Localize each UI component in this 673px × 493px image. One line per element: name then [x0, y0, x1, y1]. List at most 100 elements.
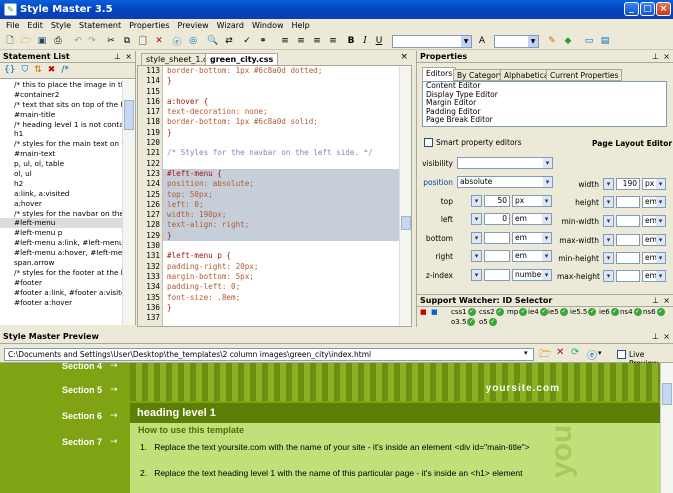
- comment-icon[interactable]: /*: [61, 65, 69, 76]
- code-line[interactable]: width: 190px;: [163, 210, 399, 221]
- menu-properties[interactable]: Properties: [129, 19, 169, 32]
- maxheight-input[interactable]: [616, 270, 640, 282]
- code-line[interactable]: padding-left: 0;: [163, 282, 399, 292]
- wizard-icon[interactable]: ✎: [545, 34, 559, 48]
- bottom-unit-select[interactable]: em: [512, 232, 552, 244]
- list-item[interactable]: #left-menu a:link, #left-menu a:vi: [0, 238, 122, 248]
- list-item[interactable]: /* heading level 1 is not containe: [0, 120, 122, 130]
- list-item[interactable]: h1: [0, 129, 122, 139]
- code-line[interactable]: [163, 159, 399, 169]
- minwidth-unit-select[interactable]: em: [642, 215, 666, 227]
- list-item[interactable]: a:hover: [0, 199, 122, 209]
- align-center-icon[interactable]: ≡: [294, 34, 308, 48]
- panels-icon[interactable]: ▤: [598, 34, 612, 48]
- code-line[interactable]: text-decoration: none;: [163, 107, 399, 117]
- code-line[interactable]: border-bottom: 1px #6c8a0d dotted;: [163, 66, 399, 76]
- list-item[interactable]: span.arrow: [0, 258, 122, 268]
- delete-icon[interactable]: ✕: [152, 34, 166, 48]
- align-right-icon[interactable]: ≡: [310, 34, 324, 48]
- preview-scrollbar[interactable]: [660, 363, 673, 493]
- code-line[interactable]: [163, 241, 399, 251]
- list-item[interactable]: #left-menu a:hover, #left-menu a: [0, 248, 122, 258]
- minheight-input[interactable]: [616, 252, 640, 264]
- open-folder-icon[interactable]: 🗁: [19, 34, 33, 48]
- preview-url-input[interactable]: C:\Documents and Settings\User\Desktop\t…: [4, 348, 534, 361]
- top-unit-select[interactable]: px: [512, 195, 552, 207]
- code-area[interactable]: border-bottom: 1px #6c8a0d dotted;} a:hov…: [163, 66, 399, 326]
- panel-close-icon[interactable]: ×: [663, 295, 670, 306]
- left-keyword-select[interactable]: [471, 213, 482, 225]
- menu-statement[interactable]: Statement: [79, 19, 121, 32]
- list-item[interactable]: p, ul, ol, table: [0, 159, 122, 169]
- code-line[interactable]: top: 50px;: [163, 189, 399, 200]
- minimize-button[interactable]: _: [624, 2, 639, 16]
- menu-edit[interactable]: Edit: [27, 19, 43, 32]
- menu-style[interactable]: Style: [51, 19, 71, 32]
- undo-icon[interactable]: ↶: [71, 34, 85, 48]
- maxheight-unit-select[interactable]: em: [642, 270, 666, 282]
- right-keyword-select[interactable]: [471, 250, 482, 262]
- maxwidth-keyword-select[interactable]: [603, 234, 614, 246]
- pin-icon[interactable]: ⊥: [114, 51, 121, 62]
- font-size-select[interactable]: ▼: [494, 35, 539, 48]
- minwidth-keyword-select[interactable]: [603, 215, 614, 227]
- list-item[interactable]: Page Break Editor: [423, 116, 666, 125]
- code-line[interactable]: [163, 138, 399, 148]
- sort-icon[interactable]: ⇅: [34, 65, 42, 76]
- list-item[interactable]: /* styles for the navbar on the le: [0, 209, 122, 219]
- panel-close-icon[interactable]: ×: [125, 51, 132, 62]
- bottom-input[interactable]: [484, 232, 510, 244]
- code-line[interactable]: font-size: .8em;: [163, 293, 399, 303]
- code-line[interactable]: padding-right: 20px;: [163, 262, 399, 272]
- height-input[interactable]: [616, 196, 640, 208]
- right-unit-select[interactable]: em: [512, 250, 552, 262]
- code-line[interactable]: a:hover {: [163, 97, 399, 107]
- maxheight-keyword-select[interactable]: [603, 270, 614, 282]
- replace-icon[interactable]: ⇄: [222, 34, 236, 48]
- minheight-unit-select[interactable]: em: [642, 252, 666, 264]
- panel-close-icon[interactable]: ×: [663, 51, 670, 62]
- panel-close-icon[interactable]: ×: [663, 331, 670, 342]
- code-line[interactable]: position: absolute;: [163, 179, 399, 190]
- pin-icon[interactable]: ⊥: [652, 295, 659, 306]
- maximize-button[interactable]: □: [640, 2, 655, 16]
- live-preview-checkbox[interactable]: [617, 350, 626, 359]
- pin-icon[interactable]: ⊥: [652, 331, 659, 342]
- height-keyword-select[interactable]: [603, 196, 614, 208]
- left-input[interactable]: 0: [484, 213, 510, 225]
- bold-icon[interactable]: B: [344, 34, 358, 48]
- save-icon[interactable]: ▣: [35, 34, 49, 48]
- code-line[interactable]: #left-menu p {: [163, 251, 399, 261]
- browser-ie-icon[interactable]: ⓔ: [587, 347, 597, 362]
- minwidth-input[interactable]: [616, 215, 640, 227]
- smart-editors-checkbox[interactable]: [424, 138, 433, 147]
- maxwidth-unit-select[interactable]: em: [642, 234, 666, 246]
- list-item[interactable]: #footer: [0, 278, 122, 288]
- copy-icon[interactable]: ⧉: [120, 34, 134, 48]
- preview-pane[interactable]: Section 4 → Section 5 → Section 6 → Sect…: [0, 363, 660, 493]
- list-item[interactable]: a:link, a:visited: [0, 189, 122, 199]
- link-icon[interactable]: ⚭: [256, 34, 270, 48]
- width-unit-select[interactable]: px: [642, 178, 666, 190]
- refresh-icon[interactable]: ⟳: [571, 347, 579, 358]
- browser-dropdown-icon[interactable]: ▾: [598, 349, 602, 357]
- list-item[interactable]: ol, ul: [0, 169, 122, 179]
- code-line[interactable]: }: [163, 128, 399, 138]
- code-line[interactable]: text-align: right;: [163, 220, 399, 231]
- paint-icon[interactable]: ◆: [561, 34, 575, 48]
- justify-icon[interactable]: ≡: [326, 34, 340, 48]
- new-file-icon[interactable]: 🗋: [3, 34, 17, 48]
- menu-file[interactable]: File: [6, 19, 19, 32]
- list-item[interactable]: #main-title: [0, 110, 122, 120]
- code-line[interactable]: margin-bottom: 5px;: [163, 272, 399, 282]
- width-keyword-select[interactable]: [603, 178, 614, 190]
- tab-green-city[interactable]: green_city.css: [205, 53, 279, 65]
- menu-wizard[interactable]: Wizard: [217, 19, 244, 32]
- validate-icon[interactable]: ✓: [240, 34, 254, 48]
- zindex-keyword-select[interactable]: [471, 269, 482, 281]
- list-item[interactable]: #footer a:link, #footer a:visited: [0, 288, 122, 298]
- list-item[interactable]: #footer a:hover: [0, 298, 122, 308]
- menu-preview[interactable]: Preview: [178, 19, 209, 32]
- open-folder-icon[interactable]: 🗁: [539, 347, 551, 364]
- tab-editors[interactable]: Editors: [422, 67, 457, 81]
